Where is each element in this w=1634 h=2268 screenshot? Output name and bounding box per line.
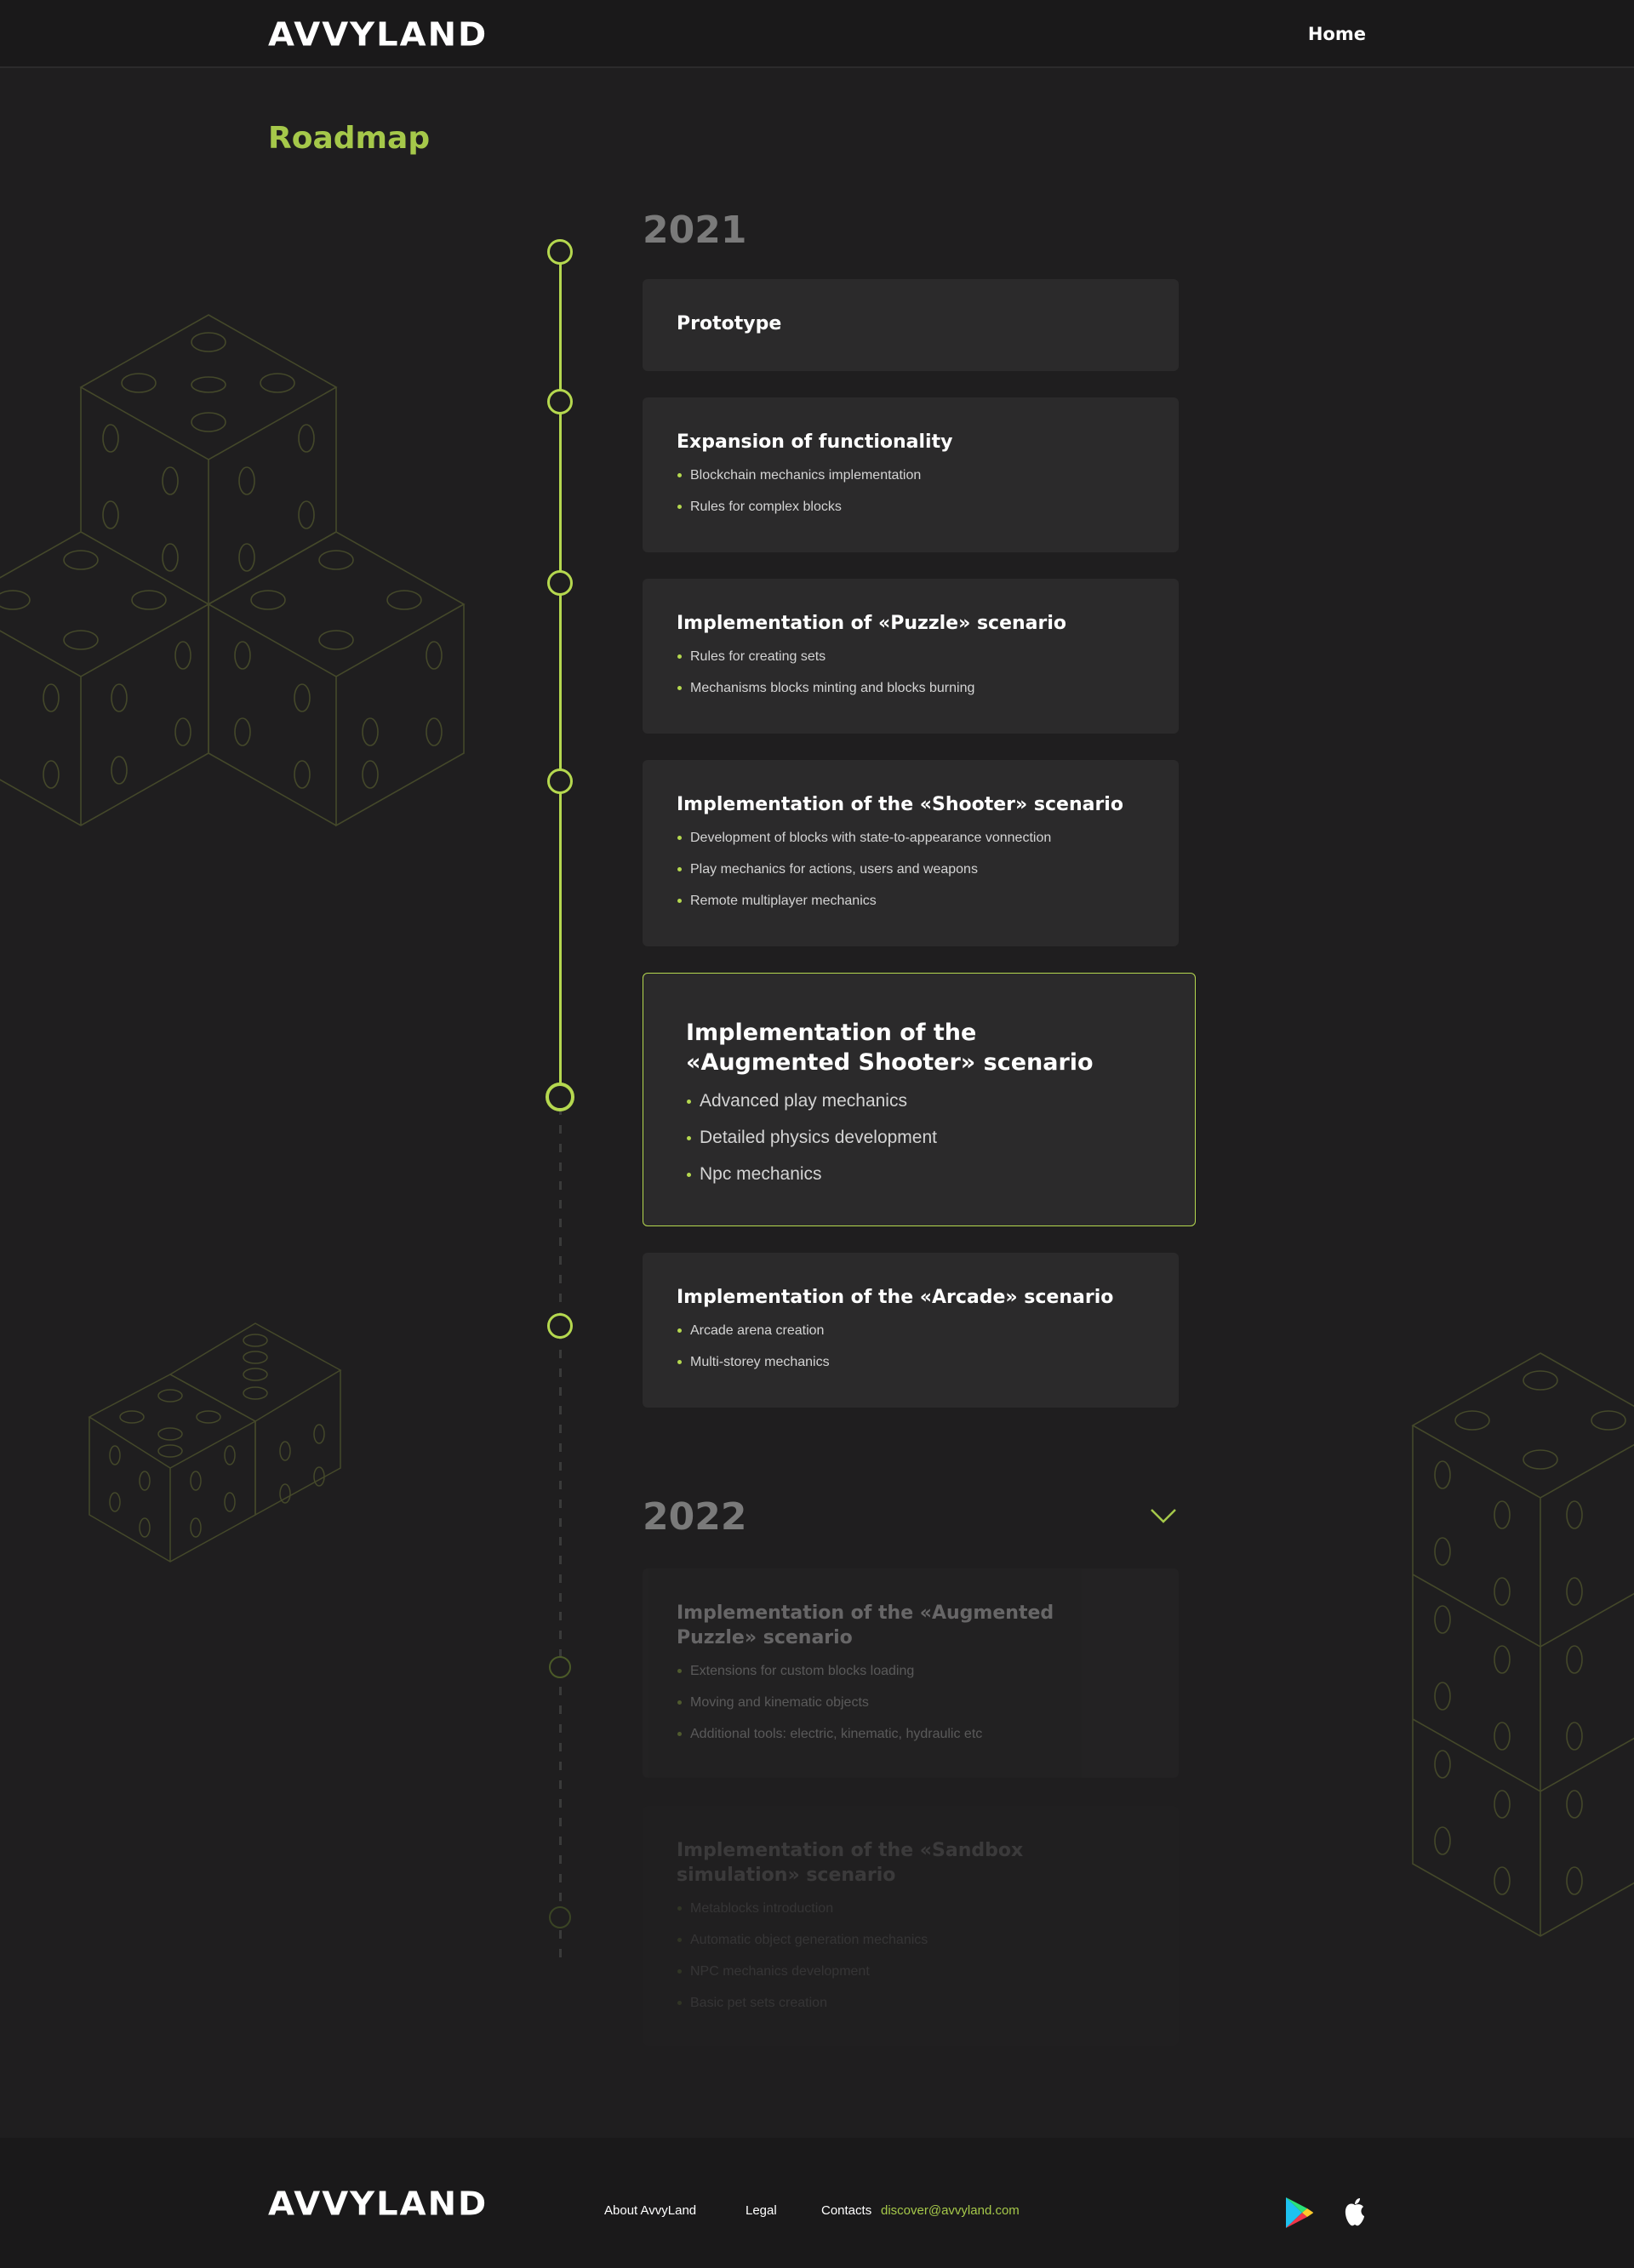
card-title: Expansion of functionality [677, 431, 953, 453]
card-list-item: Development of blocks with state-to-appe… [677, 822, 1145, 854]
roadmap-card-sandbox: Implementation of the «Sandbox simulatio… [643, 1806, 1179, 2046]
timeline-progress-line [559, 252, 562, 1098]
card-list-item: Metablocks introduction [677, 1893, 1145, 1924]
timeline-node [549, 1906, 571, 1928]
card-list-item: Arcade arena creation [677, 1315, 1145, 1346]
timeline-node [547, 570, 573, 596]
header-logo[interactable]: AVVYLAND [268, 16, 488, 54]
card-title: Implementation of «Puzzle» scenario [677, 613, 1067, 634]
chevron-down-icon[interactable] [1149, 1506, 1178, 1525]
roadmap-card-arcade: Implementation of the «Arcade» scenario … [643, 1253, 1179, 1408]
card-list-item: Additional tools: electric, kinematic, h… [677, 1718, 1145, 1750]
card-list-item: Basic pet sets creation [677, 1987, 1145, 2019]
card-list-item: Remote multiplayer mechanics [677, 885, 1145, 917]
card-list-item: Extensions for custom blocks loading [677, 1655, 1145, 1687]
card-list-item: Mechanisms blocks minting and blocks bur… [677, 672, 1145, 704]
card-list-item: Rules for complex blocks [677, 491, 1145, 523]
site-footer: AVVYLAND About AvvyLand Legal Contacts d… [0, 2138, 1634, 2268]
site-header: AVVYLAND Home [0, 0, 1634, 68]
card-list-item: Rules for creating sets [677, 641, 1145, 672]
brick-decoration-right [1411, 1352, 1634, 1937]
footer-legal-link[interactable]: Legal [746, 2203, 777, 2218]
card-list-item: Multi-storey mechanics [677, 1346, 1145, 1378]
timeline-node [549, 1656, 571, 1678]
page-title: Roadmap [268, 121, 431, 156]
timeline-node [547, 389, 573, 414]
timeline-node [547, 239, 573, 265]
card-title: Prototype [677, 313, 782, 334]
footer-email-link[interactable]: discover@avvyland.com [881, 2203, 1020, 2218]
timeline-node [547, 1313, 573, 1339]
timeline-node [547, 768, 573, 794]
google-play-icon[interactable] [1283, 2196, 1314, 2230]
year-heading-2022[interactable]: 2022 [643, 1495, 746, 1539]
brick-decoration-left [0, 314, 466, 827]
year-heading-2021: 2021 [643, 209, 747, 252]
card-list-item: Moving and kinematic objects [677, 1687, 1145, 1718]
roadmap-card-expansion: Expansion of functionality Blockchain me… [643, 397, 1179, 552]
footer-contacts-label: Contacts [821, 2203, 872, 2218]
timeline-node-current [546, 1083, 574, 1111]
apple-icon[interactable] [1340, 2196, 1370, 2230]
card-list-item: Automatic object generation mechanics [677, 1924, 1145, 1956]
card-title: Implementation of the «Sandbox simulatio… [677, 1840, 1024, 1886]
card-list-item: Advanced play mechanics [686, 1083, 1152, 1119]
footer-about-link[interactable]: About AvvyLand [604, 2203, 696, 2218]
roadmap-card-shooter: Implementation of the «Shooter» scenario… [643, 760, 1179, 946]
roadmap-card-prototype: Prototype [643, 279, 1179, 371]
footer-logo[interactable]: AVVYLAND [268, 2185, 488, 2223]
card-list-item: Npc mechanics [686, 1156, 1152, 1192]
brick-decoration-small [88, 1323, 342, 1562]
roadmap-card-puzzle: Implementation of «Puzzle» scenario Rule… [643, 579, 1179, 734]
roadmap-card-augmented-shooter: Implementation of the «Augmented Shooter… [643, 973, 1196, 1226]
card-title: Implementation of the «Shooter» scenario [677, 794, 1123, 815]
card-list-item: Play mechanics for actions, users and we… [677, 854, 1145, 885]
card-list-item: Detailed physics development [686, 1119, 1152, 1156]
nav-home-link[interactable]: Home [1308, 24, 1366, 44]
card-list-item: Blockchain mechanics implementation [677, 460, 1145, 491]
card-title: Implementation of the «Augmented Puzzle»… [677, 1602, 1054, 1648]
roadmap-card-augmented-puzzle: Implementation of the «Augmented Puzzle»… [643, 1568, 1179, 1778]
card-title: Implementation of the «Arcade» scenario [677, 1287, 1114, 1308]
card-title: Implementation of the «Augmented Shooter… [686, 1020, 1094, 1076]
card-list-item: NPC mechanics development [677, 1956, 1145, 1987]
timeline-future-line [559, 1106, 562, 1957]
